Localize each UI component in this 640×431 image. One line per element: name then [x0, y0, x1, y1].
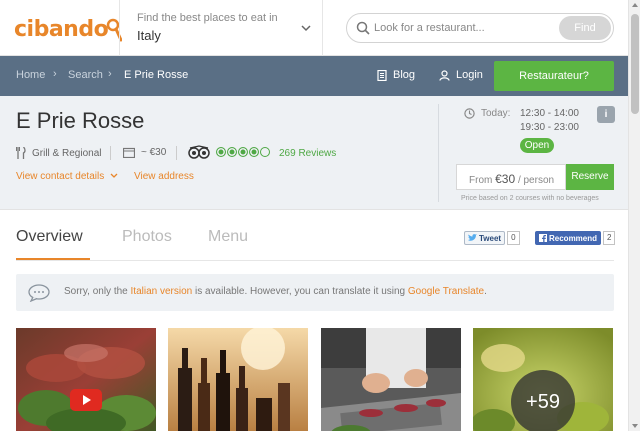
notice-part: Sorry, only the — [64, 286, 131, 297]
photo-more-thumbnail[interactable]: +59 — [473, 328, 613, 431]
login-label: Login — [456, 69, 483, 81]
rating-dot-filled — [216, 147, 226, 157]
divider — [119, 0, 120, 56]
cuisine-label: Grill & Regional — [32, 147, 102, 159]
rating-dot-filled — [238, 147, 248, 157]
user-icon — [439, 69, 450, 81]
scroll-up-arrow-icon[interactable] — [632, 3, 638, 7]
location-value: Italy — [137, 28, 161, 43]
scrollbar[interactable] — [628, 0, 640, 431]
italian-version-link[interactable]: Italian version — [131, 286, 193, 297]
view-address-link[interactable]: View address — [134, 171, 194, 182]
blog-link[interactable]: Blog — [377, 69, 415, 81]
rating-dot-empty — [260, 147, 270, 157]
recommend-label: Recommend — [549, 233, 598, 243]
search-icon — [356, 21, 370, 35]
facebook-icon — [539, 234, 547, 242]
document-icon — [377, 69, 387, 81]
tripadvisor-rating — [188, 145, 271, 159]
breadcrumb-separator: › — [53, 68, 57, 80]
logo[interactable]: cibando — [14, 14, 123, 44]
divider — [110, 146, 111, 160]
google-translate-link[interactable]: Google Translate — [408, 286, 484, 297]
contact-details-label: View contact details — [16, 171, 105, 182]
breadcrumb-separator: › — [108, 68, 112, 80]
blog-label: Blog — [393, 69, 416, 81]
photo-video-thumbnail[interactable] — [16, 328, 156, 431]
info-icon[interactable]: i — [597, 106, 615, 123]
hours-lunch: 12:30 - 14:00 — [520, 108, 579, 119]
reserve-button[interactable]: Reserve — [566, 164, 614, 190]
divider — [176, 146, 177, 160]
breadcrumb-search[interactable]: Search — [68, 69, 103, 81]
tab-photos[interactable]: Photos — [122, 228, 172, 246]
photo-thumbnail[interactable] — [321, 328, 461, 431]
find-button[interactable]: Find — [559, 16, 611, 40]
chef-photo — [321, 328, 461, 431]
food-photo — [16, 328, 156, 431]
tweet-widget: Tweet 0 — [464, 231, 520, 245]
hours-dinner: 19:30 - 23:00 — [520, 122, 579, 133]
recommend-button[interactable]: Recommend — [535, 231, 602, 245]
search-bar: Look for a restaurant... Find — [346, 13, 614, 43]
login-link[interactable]: Login — [439, 69, 483, 81]
scroll-down-arrow-icon[interactable] — [632, 424, 638, 428]
search-input[interactable]: Look for a restaurant... — [374, 22, 485, 34]
wine-photo — [168, 328, 308, 431]
location-label: Find the best places to eat in — [137, 12, 278, 24]
tweet-label: Tweet — [479, 233, 502, 243]
restaurant-name: E Prie Rosse — [16, 108, 145, 133]
active-tab-indicator — [16, 258, 90, 260]
price-value: €30 — [495, 172, 516, 186]
chevron-down-icon — [110, 173, 118, 179]
logo-text: cibando — [14, 16, 109, 42]
top-header: cibando Find the best places to eat in I… — [0, 0, 628, 56]
status-badge: Open — [520, 138, 554, 153]
photo-thumbnail[interactable] — [168, 328, 308, 431]
divider — [322, 0, 323, 56]
tab-divider — [16, 260, 614, 261]
clock-icon — [464, 108, 475, 119]
price-per-person: From €30 / person — [456, 164, 566, 190]
tweet-count: 0 — [507, 231, 520, 245]
location-selector[interactable]: Find the best places to eat in Italy — [137, 12, 317, 43]
notice-part: . — [484, 286, 487, 297]
recommend-count: 2 — [603, 231, 616, 245]
today-label: Today: — [481, 108, 511, 119]
notice-part: is available. However, you can translate… — [192, 286, 408, 297]
tab-menu[interactable]: Menu — [208, 228, 248, 246]
rating-dot-filled — [227, 147, 237, 157]
chevron-down-icon[interactable] — [301, 24, 311, 32]
price-unit: / person — [517, 175, 555, 186]
price-label: ~ €30 — [141, 147, 167, 158]
rating-dots — [216, 147, 271, 157]
price-range: ~ €30 — [123, 147, 166, 158]
breadcrumb-current: E Prie Rosse — [124, 69, 189, 81]
price-text: From €30 / person — [469, 172, 554, 186]
divider — [438, 104, 439, 202]
price-note: Price based on 2 courses with no beverag… — [461, 195, 599, 202]
wallet-icon — [123, 147, 135, 158]
twitter-icon — [468, 234, 477, 241]
tweet-button[interactable]: Tweet — [464, 231, 506, 245]
tab-overview[interactable]: Overview — [16, 228, 83, 246]
speech-bubble-icon — [28, 284, 50, 302]
play-icon — [70, 389, 102, 411]
price-from-label: From — [469, 175, 493, 186]
cutlery-icon — [16, 147, 26, 159]
translation-notice: Sorry, only the Italian version is avail… — [16, 274, 614, 311]
cuisine: Grill & Regional — [16, 147, 101, 159]
tripadvisor-owl-icon — [188, 145, 210, 159]
restaurateur-button[interactable]: Restaurateur? — [494, 61, 614, 91]
reviews-link[interactable]: 269 Reviews — [279, 148, 336, 159]
contact-details-link[interactable]: View contact details — [16, 171, 118, 182]
more-photos-count: +59 — [511, 370, 575, 431]
notice-text: Sorry, only the Italian version is avail… — [64, 286, 487, 297]
scrollbar-thumb[interactable] — [631, 14, 639, 114]
recommend-widget: Recommend 2 — [535, 231, 616, 245]
rating-dot-filled — [249, 147, 259, 157]
breadcrumb-home[interactable]: Home — [16, 69, 45, 81]
